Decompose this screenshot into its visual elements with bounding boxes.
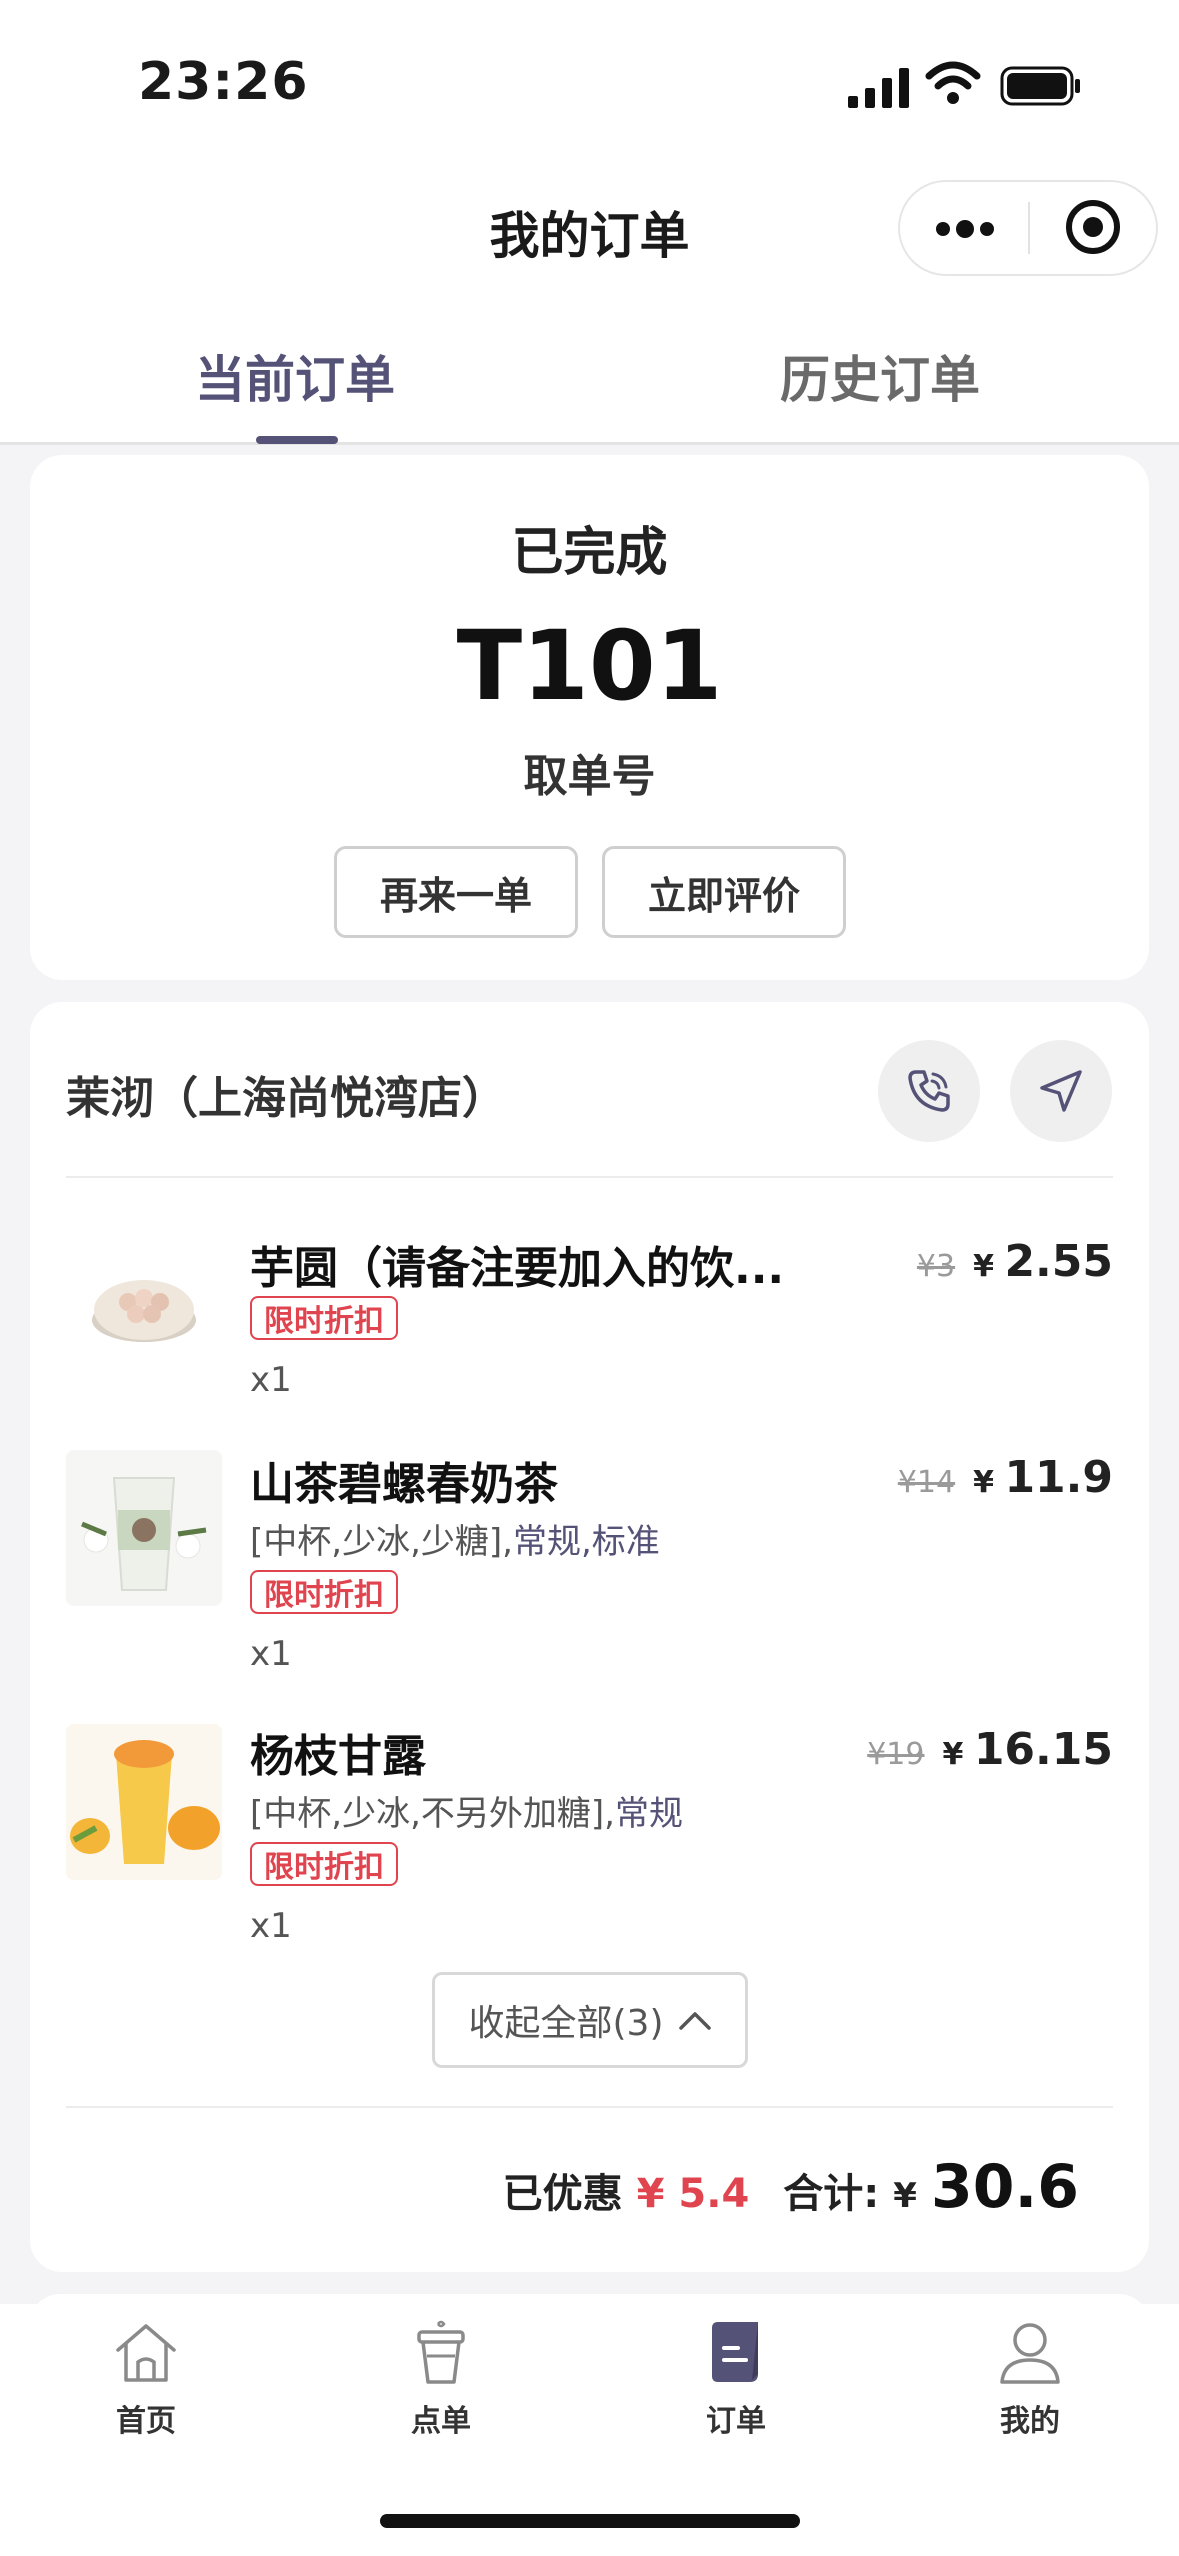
discount-label: 已优惠	[502, 2171, 623, 2217]
status-time: 23:26	[138, 52, 309, 112]
order-summary: 已优惠 ¥ 5.4 合计: ¥ 30.6	[503, 2152, 1079, 2222]
tabbar-item-orders[interactable]: 订单	[636, 2318, 836, 2440]
navigation-arrow-icon	[1040, 1070, 1082, 1112]
discount-value: ¥ 5.4	[636, 2171, 750, 2217]
phone-icon	[908, 1070, 950, 1112]
tab-current-orders[interactable]: 当前订单	[95, 340, 495, 412]
item-current-price: ¥ 2.55	[973, 1236, 1113, 1287]
tabbar-item-order-drink[interactable]: 点单	[341, 2318, 541, 2440]
close-target-icon[interactable]	[1064, 198, 1122, 256]
home-icon	[116, 2324, 176, 2382]
item-price: ¥3 ¥ 2.55	[917, 1236, 1113, 1287]
order-detail-card	[30, 1002, 1149, 2272]
profile-icon	[1000, 2323, 1060, 2384]
review-button[interactable]: 立即评价	[602, 846, 846, 938]
tabbar-label: 点单	[411, 2404, 471, 2439]
tabbar-item-home[interactable]: 首页	[46, 2318, 246, 2440]
discount-tag: 限时折扣	[250, 1570, 398, 1614]
item-quantity: x1	[250, 1906, 292, 1946]
total-label: 合计:	[783, 2171, 880, 2217]
item-quantity: x1	[250, 1360, 292, 1400]
pickup-number-label: 取单号	[523, 751, 656, 802]
pickup-number: T101	[456, 610, 723, 722]
wifi-icon	[925, 61, 981, 104]
tabbar-label: 我的	[1000, 2404, 1060, 2439]
item-original-price: ¥3	[916, 1249, 956, 1284]
tabbar-item-profile[interactable]: 我的	[930, 2318, 1130, 2440]
item-current-price: ¥ 11.9	[973, 1452, 1113, 1503]
more-dots-icon[interactable]	[935, 220, 995, 238]
reorder-button[interactable]: 再来一单	[334, 846, 578, 938]
call-store-button[interactable]	[878, 1040, 980, 1142]
order-icon	[712, 2322, 758, 2382]
battery-icon	[1000, 66, 1080, 106]
item-price: ¥19 ¥ 16.15	[867, 1724, 1113, 1775]
tabbar-label: 首页	[116, 2404, 176, 2439]
collapse-items-button[interactable]: 收起全部(3)	[432, 1972, 748, 2068]
item-image-mango-pomelo-sago	[66, 1724, 222, 1880]
home-indicator[interactable]	[380, 2514, 800, 2528]
summary-divider	[66, 2106, 1113, 2108]
discount-tag: 限时折扣	[250, 1296, 398, 1340]
capsule-divider	[1028, 202, 1030, 254]
item-current-price: ¥ 16.15	[942, 1724, 1113, 1775]
item-price: ¥14 ¥ 11.9	[898, 1452, 1113, 1503]
chevron-up-icon	[678, 2012, 711, 2030]
tabbar-label: 订单	[706, 2404, 766, 2439]
item-quantity: x1	[250, 1634, 292, 1674]
item-spec: [中杯,少冰,不另外加糖],常规	[250, 1794, 683, 1834]
item-image-taro-balls	[66, 1222, 222, 1378]
total-value: 30.6	[930, 2152, 1079, 2222]
store-divider	[66, 1176, 1113, 1178]
discount-tag: 限时折扣	[250, 1842, 398, 1886]
item-original-price: ¥14	[897, 1465, 956, 1500]
item-name: 芋圆（请备注要加入的饮...	[250, 1243, 785, 1294]
item-spec: [中杯,少冰,少糖],常规,标准	[250, 1522, 660, 1562]
order-status: 已完成	[511, 523, 668, 583]
active-tab-indicator	[256, 436, 338, 444]
item-name: 杨枝甘露	[250, 1731, 426, 1782]
cup-icon	[417, 2320, 465, 2384]
store-name: 茉沏（上海尚悦湾店）	[66, 1073, 506, 1124]
total-currency: ¥	[893, 2176, 917, 2216]
collapse-label: 收起全部(3)	[468, 2003, 664, 2044]
tab-history-orders[interactable]: 历史订单	[680, 340, 1080, 412]
navigate-store-button[interactable]	[1010, 1040, 1112, 1142]
item-original-price: ¥19	[867, 1737, 925, 1772]
cellular-signal-icon	[848, 68, 909, 108]
item-image-milk-tea	[66, 1450, 222, 1606]
item-name: 山茶碧螺春奶茶	[250, 1459, 558, 1510]
